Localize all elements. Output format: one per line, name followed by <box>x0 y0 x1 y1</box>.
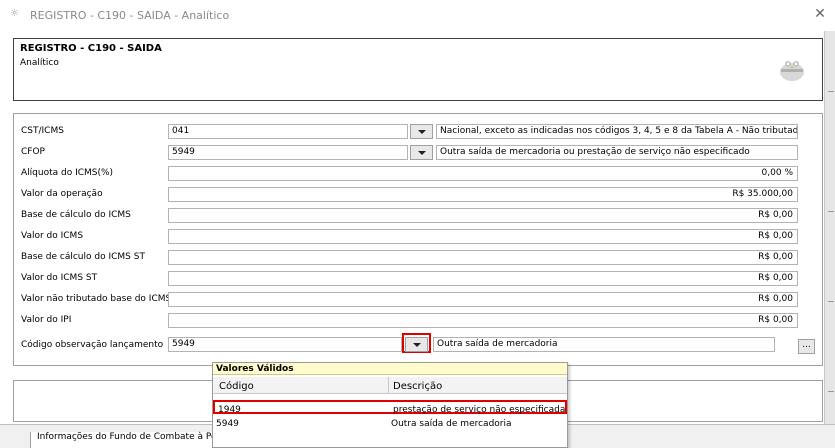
aliquota-label: Alíquota do ICMS(%) <box>21 168 114 178</box>
cfop-label: CFOP <box>21 147 45 157</box>
cst-icms-description: Nacional, exceto as indicadas nos código… <box>436 124 798 139</box>
cst-icms-code-input[interactable]: 041 <box>168 124 408 139</box>
column-header-description[interactable]: Descrição <box>393 381 442 392</box>
list-item-description: prestação de serviço não especificada <box>393 405 566 415</box>
codigo-obs-dropdown-button[interactable] <box>405 337 428 352</box>
valor-icms-st-label: Valor do ICMS ST <box>21 273 98 283</box>
valor-icms-st-input[interactable]: R$ 0,00 <box>168 271 798 286</box>
close-icon[interactable]: ✕ <box>812 6 828 22</box>
cfop-description: Outra saída de mercadoria ou prestação d… <box>436 145 798 160</box>
chevron-down-icon <box>418 151 426 155</box>
list-item-code: 5949 <box>216 419 239 429</box>
cst-icms-label: CST/ICMS <box>21 126 64 136</box>
valor-icms-input[interactable]: R$ 0,00 <box>168 229 798 244</box>
app-icon: ☼ <box>10 8 19 19</box>
valor-nao-tributado-label: Valor não tributado base do ICMS <box>21 294 172 304</box>
base-icms-label: Base de cálculo do ICMS <box>21 210 131 220</box>
tree-item-fundo-combate[interactable]: Informações do Fundo de Combate à Pob <box>30 432 222 448</box>
valor-ipi-label: Valor do IPI <box>21 315 72 325</box>
window-title: REGISTRO - C190 - SAIDA - Analítico <box>30 9 230 22</box>
valor-operacao-label: Valor da operação <box>21 189 103 199</box>
page-title: REGISTRO - C190 - SAIDA <box>20 43 162 54</box>
codigo-obs-code-input[interactable]: 5949 <box>168 337 402 352</box>
base-icms-input[interactable]: R$ 0,00 <box>168 208 798 223</box>
list-item[interactable]: 5949 Outra saída de mercadoria <box>213 416 567 430</box>
cst-icms-dropdown-button[interactable] <box>410 124 433 139</box>
valor-nao-tributado-input[interactable]: R$ 0,00 <box>168 292 798 307</box>
owl-logo-icon <box>780 61 804 81</box>
popup-header: Código Descrição <box>213 377 567 394</box>
codigo-obs-description: Outra saída de mercadoria <box>433 337 775 352</box>
list-item[interactable]: 1949 prestação de serviço não especifica… <box>213 400 567 415</box>
list-item-description: Outra saída de mercadoria <box>391 419 512 429</box>
valid-values-popup: Valores Válidos Código Descrição 1949 pr… <box>212 362 568 448</box>
codigo-obs-ellipsis-button[interactable]: ... <box>798 339 815 354</box>
page-subtitle: Analítico <box>20 58 59 68</box>
base-icms-st-input[interactable]: R$ 0,00 <box>168 250 798 265</box>
chevron-down-icon <box>413 343 421 347</box>
base-icms-st-label: Base de cálculo do ICMS ST <box>21 252 145 262</box>
window-title-bar: ☼ REGISTRO - C190 - SAIDA - Analítico ✕ <box>0 0 835 31</box>
aliquota-input[interactable]: 0,00 % <box>168 166 798 181</box>
scrollbar[interactable] <box>824 31 835 448</box>
popup-title: Valores Válidos <box>213 363 567 375</box>
chevron-down-icon <box>418 130 426 134</box>
column-header-code[interactable]: Código <box>219 381 254 392</box>
list-item-code: 1949 <box>218 405 241 415</box>
cfop-code-input[interactable]: 5949 <box>168 145 408 160</box>
codigo-obs-label: Código observação lançamento <box>21 340 164 350</box>
cfop-dropdown-button[interactable] <box>410 145 433 160</box>
header-panel: REGISTRO - C190 - SAIDA Analítico <box>13 38 823 101</box>
valor-ipi-input[interactable]: R$ 0,00 <box>168 313 798 328</box>
valor-icms-label: Valor do ICMS <box>21 231 84 241</box>
valor-operacao-input[interactable]: R$ 35.000,00 <box>168 187 798 202</box>
